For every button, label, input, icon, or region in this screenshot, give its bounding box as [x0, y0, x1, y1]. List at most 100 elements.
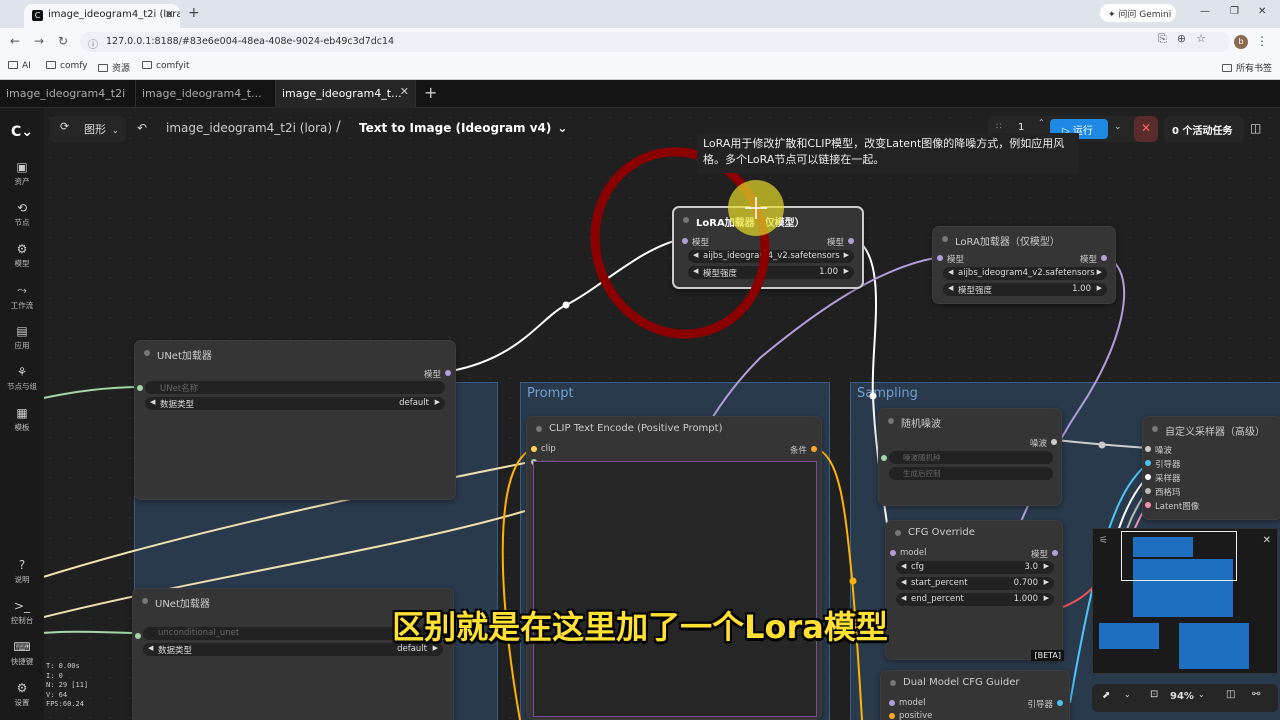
breadcrumb-root[interactable]: image_ideogram4_t2i (lora) [166, 121, 332, 135]
unet-loader-node[interactable]: UNet加载器 模型 UNet名称 ◀ 数据类型 default ▶ [134, 340, 456, 500]
chevron-down-icon[interactable]: ⌄ [1124, 690, 1131, 699]
node-title[interactable]: 自定义采样器（高级） [1143, 417, 1280, 441]
minimap-settings-icon[interactable]: ⚟ [1099, 535, 1108, 546]
workflow-tab[interactable]: image_ideogram4_t2i [0, 80, 136, 108]
workflow-tab[interactable]: image_ideogram4_t... [136, 80, 276, 108]
start-percent-input[interactable]: ◀ start_percent 0.700 ▶ [896, 577, 1054, 590]
drag-handle-icon[interactable]: ∷ [996, 122, 1002, 132]
sidebar-item-models[interactable]: ⚙ 模型 [0, 242, 44, 269]
batch-count-input[interactable]: 1 [1018, 122, 1024, 133]
minimap-toggle-icon[interactable]: ◫ [1226, 689, 1235, 700]
input-slot-latent[interactable]: Latent图像 [1145, 500, 1199, 512]
noise-seed-input[interactable]: 噪波随机种 [889, 451, 1053, 464]
output-slot-model[interactable]: 模型 [827, 236, 854, 248]
input-slot-unet-name[interactable] [137, 383, 145, 391]
reload-icon[interactable]: ↻ [58, 34, 68, 48]
undo-icon[interactable]: ↶ [137, 121, 147, 135]
node-title[interactable]: CLIP Text Encode (Positive Prompt) [527, 417, 821, 441]
zoom-icon[interactable]: ⊕ [1177, 32, 1196, 45]
clip-text-encode-node[interactable]: CLIP Text Encode (Positive Prompt) clip … [526, 416, 822, 720]
lora-file-select[interactable]: ◀ aijbs_ideogram4_v2.safetensors ▶ [688, 250, 854, 263]
node-collapse-icon[interactable] [890, 680, 896, 686]
panel-toggle-icon[interactable]: ◫ [1250, 116, 1270, 142]
bookmark-comfyit[interactable]: comfyit [142, 61, 190, 71]
node-collapse-icon[interactable] [1152, 426, 1158, 432]
input-slot-model[interactable]: model [889, 698, 925, 708]
output-slot-noise[interactable]: 噪波 [1030, 437, 1057, 449]
random-noise-node[interactable]: 随机噪波 噪波 噪波随机种 生成后控制 [878, 408, 1062, 506]
zoom-level[interactable]: 94% [1170, 691, 1194, 702]
fit-view-icon[interactable]: ⊡ [1150, 689, 1158, 700]
output-slot-guider[interactable]: 引导器 [1027, 698, 1063, 710]
sidebar-item-nodes[interactable]: ⟲ 节点 [0, 201, 44, 228]
unet-name-input[interactable]: UNet名称 [145, 381, 445, 394]
node-collapse-icon[interactable] [888, 418, 894, 424]
breadcrumb-current[interactable]: Text to Image (Ideogram v4) ⌄ [359, 121, 567, 135]
node-collapse-icon[interactable] [536, 426, 542, 432]
star-icon[interactable]: ☆ [1196, 32, 1216, 45]
new-workflow-tab-button[interactable]: + [418, 80, 444, 108]
avatar[interactable]: b [1234, 35, 1248, 49]
node-title[interactable]: UNet加载器 [135, 341, 455, 365]
cancel-run-button[interactable]: ✕ [1134, 116, 1158, 142]
input-slot-sampler[interactable]: 采样器 [1145, 472, 1181, 484]
site-info-icon[interactable]: ⓘ [88, 36, 98, 51]
output-slot-model[interactable]: 模型 [1080, 253, 1107, 265]
bookmark-ai[interactable]: AI [8, 61, 31, 71]
minimap-viewport[interactable] [1121, 531, 1237, 581]
minimap[interactable]: ⚟ ✕ [1092, 528, 1278, 674]
sidebar-item-apps[interactable]: ▤ 应用 [0, 324, 44, 351]
new-tab-button[interactable]: + [188, 5, 200, 21]
dual-model-cfg-guider-node[interactable]: Dual Model CFG Guider model positive 引导器 [880, 670, 1070, 720]
restore-icon[interactable]: ❐ [1230, 6, 1239, 17]
output-slot-model[interactable]: 模型 [1031, 548, 1058, 560]
bookmark-comfy[interactable]: comfy [46, 61, 88, 71]
forward-icon[interactable]: → [34, 34, 44, 48]
chevron-down-icon[interactable]: ⌄ [1198, 690, 1205, 699]
custom-sampler-node[interactable]: 自定义采样器（高级） 噪波 引导器 采样器 西格玛 Latent图像 [1142, 416, 1280, 520]
gemini-button[interactable]: ✦ 问问 Gemini [1100, 4, 1176, 22]
input-slot-model[interactable]: model [890, 548, 926, 558]
workflow-tab-active[interactable]: image_ideogram4_t... ✕ [276, 80, 416, 108]
sidebar-item-workflows[interactable]: ⤳ 工作流 [0, 283, 44, 311]
prompt-textarea[interactable] [533, 461, 817, 717]
graph-mode-select[interactable]: ⟳ 图形 ⌄ [50, 116, 126, 142]
input-slot-clip[interactable]: clip [531, 444, 556, 454]
node-collapse-icon[interactable] [942, 236, 948, 242]
node-title[interactable]: LoRA加载器（仅模型） [674, 208, 862, 232]
back-icon[interactable]: ← [10, 34, 20, 48]
active-tasks-button[interactable]: 0 个活动任务 [1164, 116, 1244, 142]
output-slot-conditioning[interactable]: 条件 [790, 444, 817, 456]
dtype-select[interactable]: ◀ 数据类型 default ▶ [145, 397, 445, 410]
strength-input[interactable]: ◀ 模型强度 1.00 ▶ [943, 283, 1107, 296]
install-icon[interactable]: ⎘ [1158, 32, 1177, 45]
input-slot-seed[interactable] [881, 453, 889, 461]
input-slot-guider[interactable]: 引导器 [1145, 458, 1181, 470]
lora-file-select[interactable]: ◀ aijbs_ideogram4_v2.safetensors ▶ [943, 267, 1107, 280]
input-slot-model[interactable]: 模型 [937, 253, 964, 265]
cfg-input[interactable]: ◀ cfg 3.0 ▶ [896, 561, 1054, 574]
sidebar-item-assets[interactable]: ▣ 资产 [0, 160, 44, 187]
output-slot-model[interactable]: 模型 [424, 368, 451, 380]
node-collapse-icon[interactable] [144, 350, 150, 356]
strength-input[interactable]: ◀ 模型强度 1.00 ▶ [688, 266, 854, 279]
close-tab-icon[interactable]: ✕ [165, 8, 174, 21]
node-collapse-icon[interactable] [683, 217, 689, 223]
sidebar-item-node-groups[interactable]: ⚘ 节点与组 [0, 365, 44, 392]
run-options-chevron-icon[interactable]: ⌄ [1114, 122, 1122, 132]
node-title[interactable]: CFG Override [886, 521, 1062, 545]
comfy-logo-icon[interactable]: C⌄ [0, 124, 44, 140]
menu-icon[interactable]: ⋮ [1256, 34, 1268, 48]
link-visibility-icon[interactable]: ⚯ [1252, 689, 1260, 700]
bookmark-resources[interactable]: 资源 [98, 61, 130, 74]
minimize-icon[interactable]: — [1200, 6, 1210, 17]
close-tab-icon[interactable]: ✕ [400, 85, 409, 98]
node-title[interactable]: 随机噪波 [879, 409, 1061, 433]
batch-stepper-icon[interactable]: ⌃ [1038, 118, 1045, 127]
node-collapse-icon[interactable] [895, 530, 901, 536]
input-slot-noise[interactable]: 噪波 [1145, 444, 1172, 456]
close-icon[interactable]: ✕ [1263, 535, 1271, 546]
node-title[interactable]: LoRA加载器（仅模型） [933, 227, 1115, 251]
input-slot-positive[interactable]: positive [889, 711, 932, 720]
url-field[interactable]: ⓘ 127.0.0.1:8188/#83e6e004-48ea-408e-9024… [80, 32, 1230, 52]
